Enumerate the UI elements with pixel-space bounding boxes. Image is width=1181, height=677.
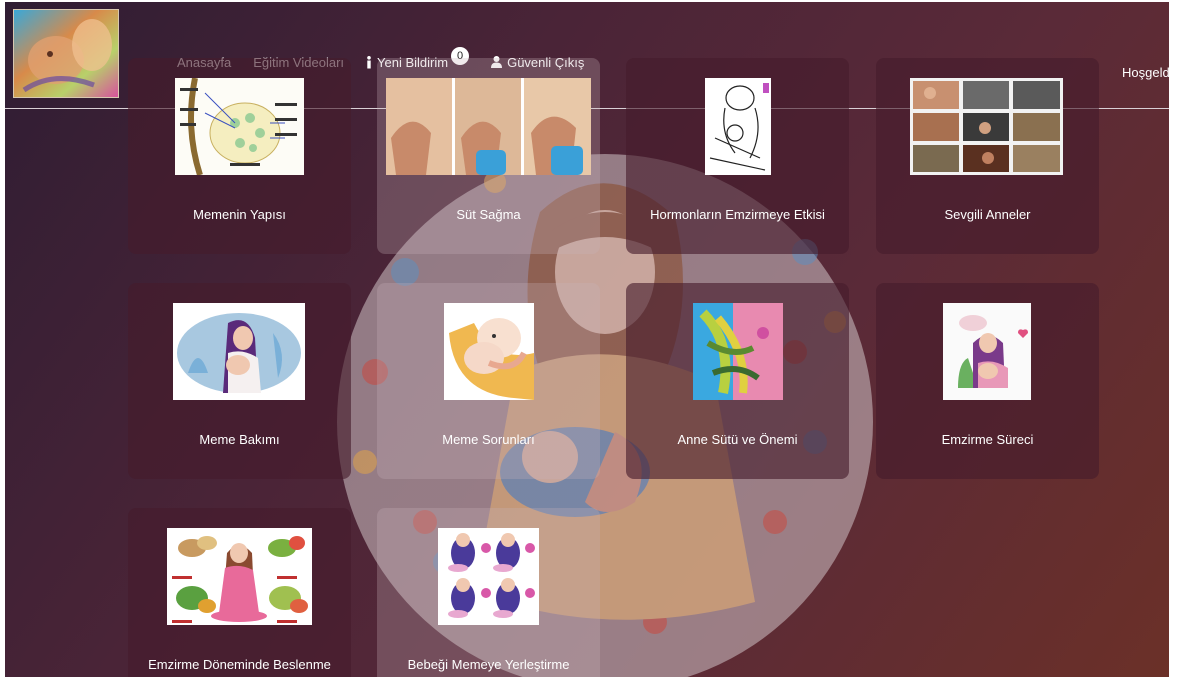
card-emzirme-doneminde-beslenme[interactable]: Emzirme Döneminde Beslenme [128, 508, 351, 677]
card-title: Meme Bakımı [199, 432, 280, 447]
card-thumbnail [438, 528, 539, 625]
card-thumbnail [444, 303, 534, 400]
card-thumbnail [693, 303, 783, 400]
card-hormonlarin-emzirmeye-etkisi[interactable]: Hormonların Emzirmeye Etkisi [626, 58, 849, 254]
card-title: Memenin Yapısı [193, 207, 286, 222]
card-title: Emzirme Süreci [941, 432, 1034, 447]
card-meme-bakimi[interactable]: Meme Bakımı [128, 283, 351, 479]
card-title: Süt Sağma [456, 207, 521, 222]
card-meme-sorunlari[interactable]: Meme Sorunları [377, 283, 600, 479]
card-thumbnail [175, 78, 304, 175]
card-title: Bebeği Memeye Yerleştirme [407, 657, 570, 672]
card-thumbnail [173, 303, 305, 400]
card-title: Meme Sorunları [442, 432, 535, 447]
card-anne-sutu-ve-onemi[interactable]: Anne Sütü ve Önemi [626, 283, 849, 479]
card-title: Anne Sütü ve Önemi [677, 432, 798, 447]
card-title: Sevgili Anneler [944, 207, 1031, 222]
card-bebegi-memeye-yerlestirme[interactable]: Bebeği Memeye Yerleştirme [377, 508, 600, 677]
page: Anasayfa Eğitim Videoları Yeni Bildirim … [5, 2, 1169, 677]
card-thumbnail [943, 303, 1031, 400]
card-thumbnail [705, 78, 771, 175]
card-thumbnail [167, 528, 312, 625]
card-emzirme-sureci[interactable]: Emzirme Süreci [876, 283, 1099, 479]
card-memenin-yapisi[interactable]: Memenin Yapısı [128, 58, 351, 254]
info-icon [366, 55, 372, 69]
card-thumbnail [910, 78, 1063, 175]
logo-image[interactable] [13, 9, 119, 98]
card-sut-sagma[interactable]: Süt Sağma [377, 58, 600, 254]
card-title: Hormonların Emzirmeye Etkisi [650, 207, 825, 222]
card-thumbnail [386, 78, 591, 175]
welcome-text: Hoşgeld [1122, 65, 1169, 80]
card-title: Emzirme Döneminde Beslenme [148, 657, 331, 672]
card-sevgili-anneler[interactable]: Sevgili Anneler [876, 58, 1099, 254]
